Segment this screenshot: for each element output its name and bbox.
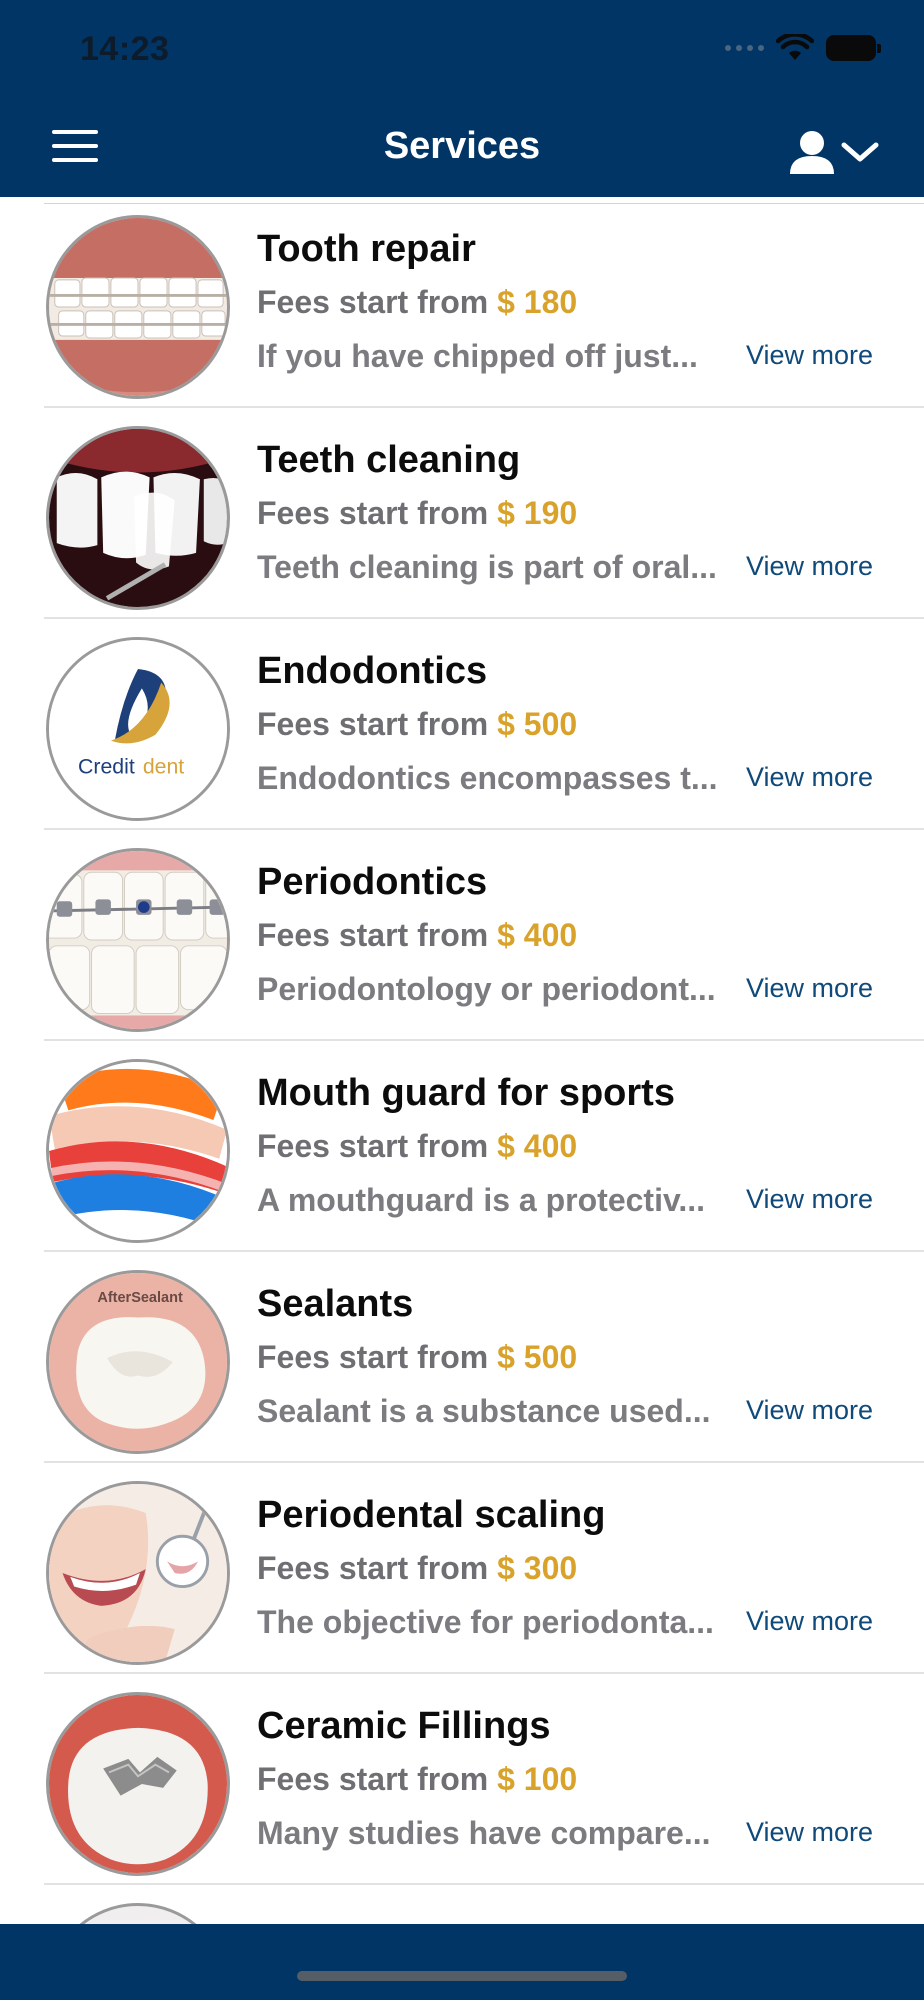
service-row[interactable]: Ceramic Fillings Fees start from $ 100 M… bbox=[0, 1674, 924, 1885]
service-price: $ 180 bbox=[497, 284, 578, 320]
service-description: The objective for periodonta... bbox=[257, 1604, 714, 1640]
svg-text:Credit: Credit bbox=[78, 755, 135, 779]
service-name: Tooth repair bbox=[257, 228, 476, 270]
service-price: $ 400 bbox=[497, 1128, 578, 1164]
service-row[interactable]: Tooth repair Fees start from $ 180 If yo… bbox=[0, 197, 924, 408]
smile-mirror-image bbox=[46, 1481, 230, 1665]
service-fee: Fees start from $ 500 bbox=[257, 706, 578, 742]
service-description: Periodontology or periodont... bbox=[257, 971, 716, 1007]
home-indicator[interactable] bbox=[297, 1971, 627, 1981]
user-dropdown-button[interactable] bbox=[788, 128, 888, 178]
service-price: $ 100 bbox=[497, 1761, 578, 1797]
service-row[interactable]: Credit dent Endodontics Fees start from … bbox=[0, 619, 924, 830]
ceramic-filling-image bbox=[46, 1692, 230, 1876]
page-title: Services bbox=[383, 125, 541, 167]
battery-icon bbox=[826, 35, 881, 61]
bottom-bar bbox=[0, 1924, 924, 2000]
wifi-icon bbox=[776, 34, 814, 60]
sealant-molar-image: AfterSealant bbox=[46, 1270, 230, 1454]
svg-text:dent: dent bbox=[143, 755, 184, 779]
service-fee: Fees start from $ 180 bbox=[257, 284, 578, 320]
service-fee: Fees start from $ 190 bbox=[257, 495, 578, 531]
braces-smile-image bbox=[46, 215, 230, 399]
service-price: $ 400 bbox=[497, 917, 578, 953]
service-description: Endodontics encompasses t... bbox=[257, 760, 718, 796]
user-icon bbox=[790, 131, 879, 174]
service-row[interactable]: Periodontics Fees start from $ 400 Perio… bbox=[0, 830, 924, 1041]
service-description: Many studies have compare... bbox=[257, 1815, 711, 1851]
service-row[interactable]: Teeth cleaning Fees start from $ 190 Tee… bbox=[0, 408, 924, 619]
metal-braces-image bbox=[46, 848, 230, 1032]
view-more-link[interactable]: View more bbox=[746, 1817, 873, 1848]
service-row[interactable]: Periodental scaling Fees start from $ 30… bbox=[0, 1463, 924, 1674]
service-description: Teeth cleaning is part of oral... bbox=[257, 549, 717, 585]
service-fee: Fees start from $ 500 bbox=[257, 1339, 578, 1375]
veneer-teeth-image bbox=[46, 426, 230, 610]
status-time: 14:23 bbox=[80, 30, 170, 68]
view-more-link[interactable]: View more bbox=[746, 1606, 873, 1637]
service-name: Periodontics bbox=[257, 861, 488, 903]
service-description: Sealant is a substance used... bbox=[257, 1393, 711, 1429]
view-more-link[interactable]: View more bbox=[746, 973, 873, 1004]
creditdent-logo: Credit dent bbox=[46, 637, 230, 821]
mouthguards-image bbox=[46, 1059, 230, 1243]
service-description: A mouthguard is a protectiv... bbox=[257, 1182, 706, 1218]
service-row-partial[interactable] bbox=[0, 1885, 924, 1924]
view-more-link[interactable]: View more bbox=[746, 551, 873, 582]
service-image-partial bbox=[46, 1903, 230, 1924]
service-price: $ 500 bbox=[497, 706, 578, 742]
service-description: If you have chipped off just... bbox=[257, 338, 698, 374]
service-row[interactable]: Mouth guard for sports Fees start from $… bbox=[0, 1041, 924, 1252]
service-fee: Fees start from $ 400 bbox=[257, 917, 578, 953]
service-name: Mouth guard for sports bbox=[257, 1072, 675, 1114]
service-price: $ 300 bbox=[497, 1550, 578, 1586]
service-name: Teeth cleaning bbox=[257, 439, 521, 481]
navigation-header: 14:23 Services bbox=[0, 0, 924, 197]
view-more-link[interactable]: View more bbox=[746, 1184, 873, 1215]
service-name: Periodental scaling bbox=[257, 1494, 606, 1536]
service-name: Endodontics bbox=[257, 650, 488, 692]
service-price: $ 500 bbox=[497, 1339, 578, 1375]
service-fee: Fees start from $ 100 bbox=[257, 1761, 578, 1797]
service-fee: Fees start from $ 300 bbox=[257, 1550, 578, 1586]
service-name: Ceramic Fillings bbox=[257, 1705, 551, 1747]
services-list[interactable]: Tooth repair Fees start from $ 180 If yo… bbox=[0, 197, 924, 1924]
cellular-signal-icon bbox=[725, 45, 764, 51]
status-icons bbox=[725, 34, 881, 62]
service-fee: Fees start from $ 400 bbox=[257, 1128, 578, 1164]
service-price: $ 190 bbox=[497, 495, 578, 531]
svg-text:AfterSealant: AfterSealant bbox=[97, 1290, 183, 1306]
service-row[interactable]: AfterSealant Sealants Fees start from $ … bbox=[0, 1252, 924, 1463]
view-more-link[interactable]: View more bbox=[746, 762, 873, 793]
view-more-link[interactable]: View more bbox=[746, 1395, 873, 1426]
service-name: Sealants bbox=[257, 1283, 414, 1325]
view-more-link[interactable]: View more bbox=[746, 340, 873, 371]
